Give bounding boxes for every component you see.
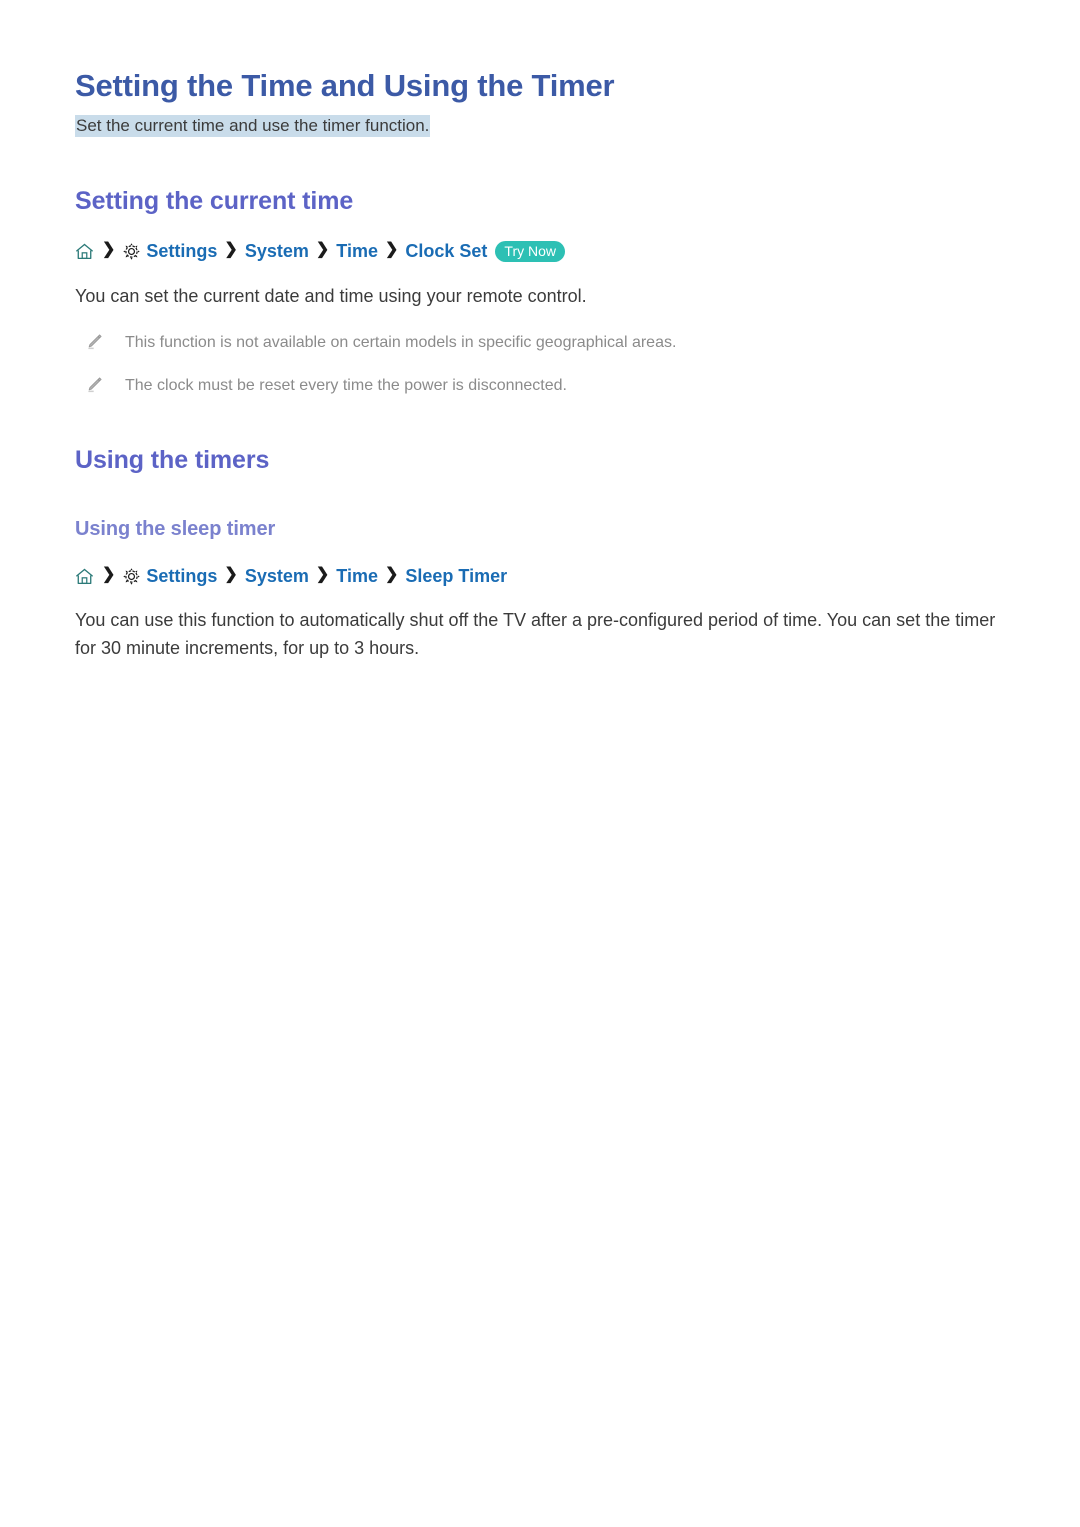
gear-icon[interactable]: [122, 242, 141, 261]
paragraph-sleep-timer: You can use this function to automatical…: [75, 610, 996, 659]
menu-crumb-sleep-timer[interactable]: Sleep Timer: [405, 565, 507, 588]
menu-crumb-settings[interactable]: Settings: [146, 240, 217, 263]
chevron-right-icon: ❯: [315, 566, 330, 584]
chevron-right-icon: ❯: [224, 566, 238, 584]
menu-crumb-time[interactable]: Time: [336, 565, 378, 588]
chevron-right-icon: ❯: [384, 566, 399, 584]
section-heading-setting-the-current-time: Setting the current time: [75, 187, 354, 216]
home-icon[interactable]: [75, 243, 94, 260]
page-subtitle-wrapper: Set the current time and use the timer f…: [75, 113, 1005, 139]
note-text: This function is not available on certai…: [125, 333, 677, 351]
menu-crumb-settings[interactable]: Settings: [146, 565, 217, 588]
pencil-icon: [85, 376, 103, 394]
menu-path-clock-set: ❯ Settings ❯ System ❯ Time ❯ Clock Set T…: [75, 216, 1005, 263]
chevron-right-icon: ❯: [102, 241, 116, 259]
menu-crumb-time[interactable]: Time: [336, 240, 378, 263]
home-icon[interactable]: [75, 568, 94, 585]
menu-crumb-clock-set[interactable]: Clock Set: [405, 240, 487, 263]
page-subtitle: Set the current time and use the timer f…: [75, 114, 431, 137]
pencil-icon: [85, 333, 103, 351]
page-title: Setting the Time and Using the Timer: [75, 68, 615, 103]
section-heading-using-the-timers: Using the timers: [75, 445, 270, 474]
manual-page: Setting the Time and Using the Timer Set…: [0, 0, 1080, 1527]
note-item: This function is not available on certai…: [75, 311, 1005, 354]
menu-path-sleep-timer: ❯ Settings ❯ System ❯ Time ❯ Sleep Timer: [75, 541, 1005, 588]
subsection-heading-using-the-sleep-timer: Using the sleep timer: [75, 517, 276, 540]
chevron-right-icon: ❯: [384, 241, 399, 259]
note-text: The clock must be reset every time the p…: [125, 376, 567, 394]
chevron-right-icon: ❯: [102, 566, 116, 584]
chevron-right-icon: ❯: [315, 241, 330, 259]
chevron-right-icon: ❯: [224, 241, 238, 259]
menu-crumb-system[interactable]: System: [245, 565, 309, 588]
menu-crumb-system[interactable]: System: [245, 240, 309, 263]
gear-icon[interactable]: [122, 567, 141, 586]
paragraph-clock-set: You can set the current date and time us…: [75, 285, 587, 306]
note-item: The clock must be reset every time the p…: [75, 354, 1005, 397]
try-now-badge[interactable]: Try Now: [495, 240, 565, 262]
